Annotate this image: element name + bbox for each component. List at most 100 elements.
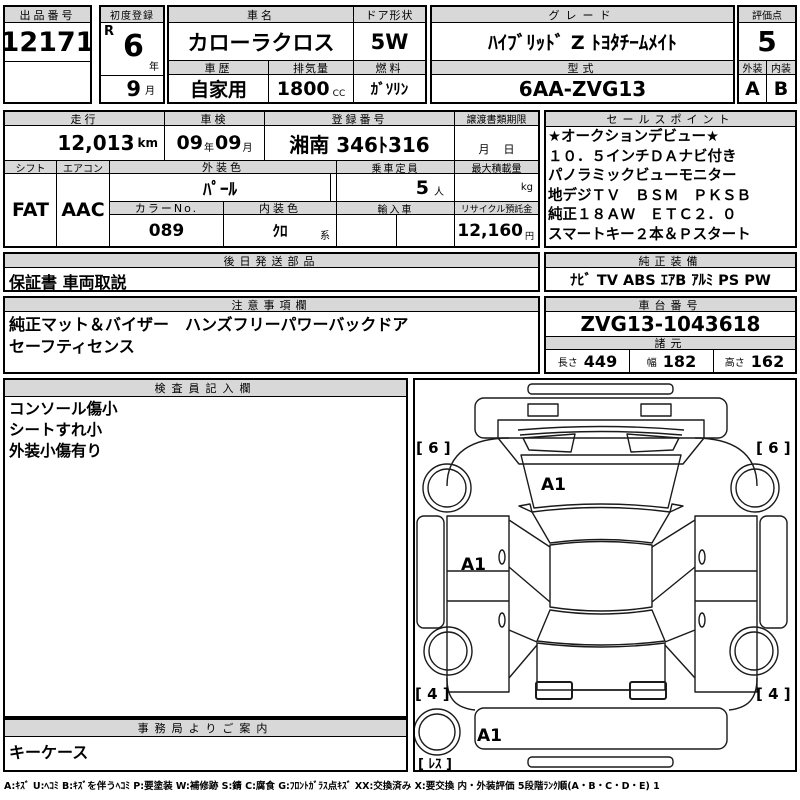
inspector-notes-text: コンソール傷小 シートすれ小 外装小傷有り [5, 397, 406, 464]
tire-depth-front-left-label: [ 6 ] [416, 439, 451, 457]
office-value: キーケース [9, 743, 89, 762]
rear-right-tire [729, 626, 779, 676]
spec-length-value: 449 [583, 351, 618, 371]
notes-label: 注意事項欄 [5, 298, 538, 312]
headlight-right-shape [626, 433, 680, 453]
oem-equipment-label: 純正装備 [546, 254, 795, 268]
inspection-month: 09 [215, 132, 242, 154]
reg-number-value: 湘南 346ﾄ316 [265, 126, 455, 160]
model-code-value: 6AA-ZVG13 [518, 76, 647, 101]
sales-point-line: 純正１８ＡＷ ＥＴＣ２．０ [548, 207, 737, 223]
int-color-value: ｸﾛ 系 [224, 215, 336, 246]
rear-left-tire [423, 626, 473, 676]
reg-number-label: 登録番号 [265, 112, 455, 126]
inspection-year-unit: 年 [204, 142, 214, 154]
inspector-note-line: シートすれ小 [9, 421, 103, 439]
sales-point-line: １０．５インチＤＡナビ付き [548, 148, 737, 165]
spec-width-label: 幅 [646, 357, 657, 369]
right-window-line-1 [651, 519, 696, 548]
ext-color-extra-cell [331, 174, 336, 201]
roof-shape [549, 540, 653, 612]
left-window-line-3 [508, 629, 538, 643]
spec-length: 長さ 449 [546, 350, 630, 372]
first-registration-month: 9 月 [101, 76, 163, 102]
car-name-label: 車名 [169, 7, 354, 23]
year-unit: 年 [149, 62, 159, 73]
damage-mark-rear-bumper: A1 [477, 726, 502, 746]
cowl-line-1 [517, 425, 685, 431]
front-fog-right-shape [640, 403, 672, 417]
sales-point-line: 地デジＴＶ ＢＳＭ ＰＫＳＢ [548, 187, 751, 204]
oem-equipment-value: ﾅﾋﾞ TV ABS ｴｱB ｱﾙﾐ PS PW [570, 272, 771, 289]
lot-number-label: 出品番号 [5, 7, 90, 23]
registration-info-box: 走行 車検 登録番号 譲渡書類期限 12,013 km 09 年 09 月 湘南… [3, 110, 540, 248]
rear-left-tire-inner [428, 631, 468, 671]
first-reg-year-value: 6 [123, 29, 144, 64]
left-front-fender-line [446, 437, 510, 487]
right-window-line-3 [664, 629, 696, 643]
era-code: R [104, 24, 115, 39]
notes-line: 純正マット＆バイザー ハンズフリーパワーバックドア [9, 315, 409, 334]
office-box: 事務局よりご案内 キーケース [3, 718, 408, 772]
auction-sheet: 出品番号 12171 初度登録 R 6 年 9 月 車名 ドア形状 カローラクロ… [0, 0, 800, 800]
front-right-tire-inner [735, 468, 775, 508]
int-color-suffix: 系 [320, 231, 330, 242]
inspection-value: 09 年 09 月 [165, 126, 265, 160]
ext-color-value: ﾊﾟｰﾙ [110, 174, 331, 201]
chassis-label: 車台番号 [546, 298, 795, 312]
transfer-deadline-value: 月 日 [455, 126, 538, 160]
tire-depth-rear-left-label: [ 4 ] [415, 685, 450, 703]
right-rear-fender-line [728, 677, 758, 711]
interior-label: 内装 [767, 61, 795, 75]
specs-label: 諸元 [546, 337, 795, 350]
notes-line: セーフティセンス [9, 337, 135, 356]
left-rear-fender-line [446, 677, 476, 711]
grade-box: グレード ﾊｲﾌﾞﾘｯﾄﾞ Z ﾄﾖﾀﾁｰﾑﾒｲﾄ 型式 6AA-ZVG13 [430, 5, 735, 104]
door-shape-label: ドア形状 [354, 7, 425, 23]
max-load-label: 最大積載量 [455, 161, 538, 174]
right-window-line-4 [664, 644, 696, 679]
month-unit: 月 [145, 85, 155, 97]
int-color-name: ｸﾛ [272, 222, 288, 240]
recycle-label: リサイクル預託金 [455, 202, 538, 215]
shift-value: FAT [12, 199, 49, 221]
spec-height: 高さ 162 [714, 350, 795, 372]
car-name-value: カローラクロス [169, 23, 354, 60]
spec-height-value: 162 [750, 351, 785, 371]
shift-label: シフト [5, 161, 56, 174]
tire-depth-rear-right-label: [ 4 ] [756, 685, 791, 703]
load-recycle-column: 最大積載量 kg リサイクル預託金 12,160 円 [455, 161, 538, 246]
door-shape-value: 5W [370, 29, 409, 54]
transfer-month-unit: 月 [478, 143, 490, 156]
later-parts-value: 保証書 車両取説 [9, 273, 127, 292]
score-value: 5 [739, 23, 795, 61]
aircon-value: AAC [61, 199, 105, 221]
first-registration-box: 初度登録 R 6 年 9 月 [99, 5, 165, 104]
sales-points-text: ★オークションデビュー★ １０．５インチＤＡナビ付き パノラミックビューモニター… [546, 127, 795, 246]
ext-color-label: 外装色 [110, 161, 336, 174]
oem-equipment-box: 純正装備 ﾅﾋﾞ TV ABS ｴｱB ｱﾙﾐ PS PW [544, 252, 797, 292]
left-door-handle-2 [498, 612, 506, 628]
right-door-panel-shape [694, 515, 758, 693]
car-name-box: 車名 ドア形状 カローラクロス 5W 車歴 排気量 燃料 自家用 1800 CC… [167, 5, 427, 104]
sales-points-label: セールスポイント [546, 112, 795, 127]
fuel-value: ｶﾞｿﾘﾝ [370, 80, 409, 98]
displacement-value: 1800 CC [269, 75, 354, 102]
first-registration-label: 初度登録 [101, 7, 163, 23]
rear-bumper-shape [474, 707, 728, 750]
cowl-line-2 [519, 430, 683, 436]
recycle-unit: 円 [524, 232, 534, 242]
displacement-number: 1800 [276, 77, 330, 100]
spare-tire-inner [418, 713, 456, 751]
import-cell-2 [397, 215, 454, 246]
office-label: 事務局よりご案内 [5, 720, 406, 737]
left-window-line-2 [508, 566, 551, 603]
color-no-label: カラーNo. [110, 202, 224, 215]
inspector-notes-label: 検査員記入欄 [5, 380, 406, 397]
front-fog-left-shape [527, 403, 559, 417]
lot-number-box: 出品番号 12171 [3, 5, 92, 104]
fuel-label: 燃料 [354, 61, 425, 75]
front-plate-shape [527, 383, 674, 395]
grade-label: グレード [432, 7, 733, 23]
aircon-column: エアコン AAC [57, 161, 110, 246]
